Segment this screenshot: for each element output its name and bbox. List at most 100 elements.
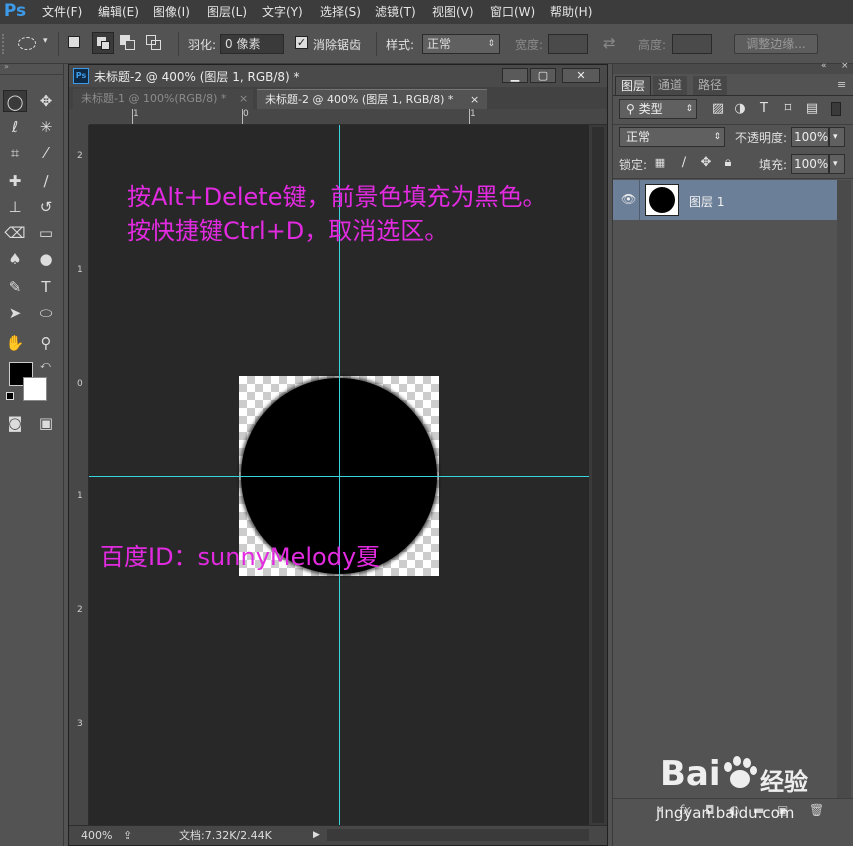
gradient-tool-icon[interactable]: ▭: [34, 222, 58, 244]
panel-menu-icon[interactable]: ≡: [837, 78, 846, 91]
tab-untitled-2[interactable]: 未标题-2 @ 400% (图层 1, RGB/8) * ×: [257, 89, 487, 109]
subtract-selection-icon[interactable]: [120, 35, 136, 51]
dodge-tool-icon[interactable]: ●: [34, 248, 58, 270]
blend-mode-select[interactable]: 正常 ⇕: [619, 127, 725, 147]
ruler-h-label: 0: [243, 109, 249, 119]
swap-icon[interactable]: ⇄: [603, 34, 616, 52]
filter-toggle[interactable]: [831, 102, 841, 116]
vertical-scrollbar[interactable]: [589, 125, 607, 825]
tab-close-icon[interactable]: ×: [470, 90, 479, 110]
layer-name[interactable]: 图层 1: [689, 193, 724, 210]
lock-transparency-icon[interactable]: ▦: [651, 154, 669, 172]
history-brush-tool-icon[interactable]: ↺: [34, 196, 58, 218]
chevron-down-icon[interactable]: ▾: [43, 36, 48, 46]
healing-brush-tool-icon[interactable]: ✚: [3, 170, 27, 192]
filter-smart-object-icon[interactable]: ▤: [803, 100, 821, 118]
eyedropper-tool-icon[interactable]: ⁄: [34, 142, 58, 164]
menu-image[interactable]: 图像(I): [153, 0, 190, 24]
crop-tool-icon[interactable]: ⌗: [3, 142, 27, 164]
lock-all-icon[interactable]: 🔒︎: [719, 154, 737, 172]
layer-thumbnail[interactable]: [645, 184, 679, 216]
close-button[interactable]: ✕: [562, 68, 600, 83]
menu-layer[interactable]: 图层(L): [207, 0, 247, 24]
blur-tool-icon[interactable]: ♠: [3, 248, 27, 270]
menu-select[interactable]: 选择(S): [320, 0, 361, 24]
feather-input[interactable]: 0 像素: [220, 34, 284, 54]
menu-help[interactable]: 帮助(H): [550, 0, 592, 24]
filter-shape-icon[interactable]: ⌑: [779, 100, 797, 118]
refine-edge-button[interactable]: 调整边缘...: [734, 34, 818, 54]
layer-row[interactable]: 👁︎ 图层 1: [613, 180, 837, 220]
pen-tool-icon[interactable]: ✎: [3, 276, 27, 298]
menu-file[interactable]: 文件(F): [42, 0, 82, 24]
play-arrow-icon[interactable]: ▶: [313, 826, 320, 845]
style-select-value: 正常: [427, 37, 452, 51]
intersect-selection-icon[interactable]: [146, 35, 162, 51]
swap-colors-icon[interactable]: ⤺: [40, 360, 51, 371]
default-colors-icon[interactable]: [6, 392, 14, 400]
magic-wand-tool-icon[interactable]: ✳: [34, 116, 58, 138]
lock-position-icon[interactable]: ✥: [697, 154, 715, 172]
maximize-button[interactable]: ▢: [530, 68, 556, 83]
elliptical-marquee-tool-icon[interactable]: ◯: [3, 90, 27, 112]
opacity-input[interactable]: 100%: [791, 127, 829, 147]
canvas-area[interactable]: 按Alt+Delete键，前景色填充为黑色。 按快捷键Ctrl+D，取消选区。 …: [89, 125, 589, 825]
filter-adjustment-icon[interactable]: ◑: [731, 100, 749, 118]
filter-kind-select[interactable]: ⚲ 类型 ⇕: [619, 99, 697, 119]
tab-layers[interactable]: 图层: [615, 76, 652, 95]
background-color-swatch[interactable]: [23, 377, 47, 401]
filter-image-icon[interactable]: ▨: [709, 100, 727, 118]
add-selection-button[interactable]: [92, 32, 114, 54]
minimize-button[interactable]: ▁: [502, 68, 528, 83]
type-tool-icon[interactable]: T: [34, 276, 58, 298]
opacity-dropdown[interactable]: ▾: [829, 127, 845, 147]
scrollbar-track[interactable]: [592, 127, 604, 823]
separator: [0, 74, 64, 75]
tab-channels[interactable]: 通道: [653, 76, 688, 95]
brush-tool-icon[interactable]: ∕: [34, 170, 58, 192]
zoom-tool-icon[interactable]: ⚲: [34, 332, 58, 354]
options-bar: ▾ 羽化: 0 像素 ✓ 消除锯齿 样式: 正常 ⇕ 宽度: ⇄ 高度: 调整边…: [0, 24, 853, 64]
eye-visibility-icon[interactable]: 👁︎: [621, 192, 636, 206]
lasso-tool-icon[interactable]: ℓ: [3, 116, 27, 138]
elliptical-marquee-preset-icon[interactable]: [18, 37, 36, 50]
lock-pixels-brush-icon[interactable]: ∕: [675, 154, 693, 172]
menu-window[interactable]: 窗口(W): [490, 0, 535, 24]
document-title-bar[interactable]: Ps 未标题-2 @ 400% (图层 1, RGB/8) * ▁ ▢ ✕: [69, 65, 607, 87]
tab-close-icon[interactable]: ×: [239, 89, 248, 109]
move-tool-icon[interactable]: ✥: [34, 90, 58, 112]
close-panel-icon[interactable]: ×: [841, 61, 849, 71]
menu-edit[interactable]: 编辑(E): [98, 0, 139, 24]
separator: [639, 180, 640, 220]
filter-type-icon[interactable]: T: [755, 100, 773, 118]
zoom-level[interactable]: 400%: [81, 826, 112, 845]
menu-type[interactable]: 文字(Y): [262, 0, 303, 24]
menu-view[interactable]: 视图(V): [432, 0, 474, 24]
new-selection-icon[interactable]: [68, 36, 80, 48]
hand-tool-icon[interactable]: ✋: [3, 332, 27, 354]
paw-logo-icon: [722, 756, 757, 790]
fill-dropdown[interactable]: ▾: [829, 154, 845, 174]
fill-input[interactable]: 100%: [791, 154, 829, 174]
horizontal-guide[interactable]: [89, 476, 589, 477]
export-icon[interactable]: ⇪: [123, 826, 132, 845]
style-select[interactable]: 正常 ⇕: [422, 34, 500, 54]
ellipse-shape-tool-icon[interactable]: ⬭: [34, 302, 58, 324]
quick-mask-icon[interactable]: ◙: [3, 412, 27, 434]
height-input[interactable]: [672, 34, 712, 54]
lock-label: 锁定:: [619, 158, 648, 172]
tab-untitled-1[interactable]: 未标题-1 @ 100%(RGB/8) * ×: [73, 89, 253, 109]
screen-mode-icon[interactable]: ▣: [34, 412, 58, 434]
layers-scrollbar[interactable]: [837, 180, 851, 800]
ruler-origin[interactable]: [69, 109, 89, 125]
width-input[interactable]: [548, 34, 588, 54]
horizontal-scrollbar[interactable]: [327, 829, 589, 841]
antialias-checkbox[interactable]: ✓: [295, 36, 308, 49]
tab-paths[interactable]: 路径: [693, 76, 728, 95]
panel-collapse-icon[interactable]: »: [4, 63, 60, 71]
collapse-icon[interactable]: «: [821, 61, 827, 71]
eraser-tool-icon[interactable]: ⌫: [3, 222, 27, 244]
clone-stamp-tool-icon[interactable]: ⊥: [3, 196, 27, 218]
path-selection-tool-icon[interactable]: ➤: [3, 302, 27, 324]
menu-filter[interactable]: 滤镜(T): [375, 0, 416, 24]
